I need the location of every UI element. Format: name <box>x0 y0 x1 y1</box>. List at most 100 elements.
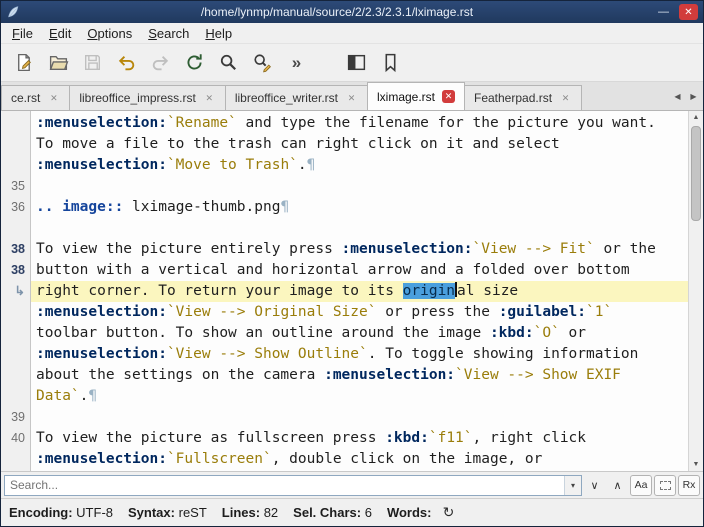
code-segment-lit: `View --> Original Size` <box>167 304 377 320</box>
scroll-tabs-left-button[interactable]: ◀ <box>670 85 685 107</box>
code-segment-txt: al size <box>457 283 518 299</box>
whole-word-button[interactable] <box>654 475 676 496</box>
editor-line: To move a file to the trash can right cl… <box>31 134 688 155</box>
open-file-button[interactable] <box>43 48 74 78</box>
tab-close-icon[interactable]: ✕ <box>203 92 216 105</box>
find-and-replace-button[interactable] <box>247 48 278 78</box>
close-window-button[interactable]: ✕ <box>679 4 698 20</box>
code-segment-txt: . <box>298 157 307 173</box>
find-previous-button[interactable]: ∧ <box>607 474 628 496</box>
editor-line-current: right corner. To return your image to it… <box>31 281 688 302</box>
tab-libreoffice_impress.rst[interactable]: libreoffice_impress.rst✕ <box>69 85 225 110</box>
code-segment-lit: `Rename` <box>167 115 237 131</box>
redo-button[interactable] <box>145 48 176 78</box>
editor-line: Data`.¶ <box>31 386 688 407</box>
code-segment-lit: `f11` <box>429 430 473 446</box>
selection-chars-status: Sel. Chars: 6 <box>293 505 372 520</box>
toolbar-overflow-icon: » <box>292 54 301 71</box>
tab-lximage.rst[interactable]: lximage.rst ✕ <box>367 82 465 110</box>
scroll-down-icon[interactable]: ▼ <box>689 458 703 471</box>
encoding-value: UTF-8 <box>76 505 113 520</box>
menu-help[interactable]: Help <box>197 24 240 43</box>
editor-line: :menuselection:`Move to Trash`.¶ <box>31 155 688 176</box>
code-segment-role: :kbd: <box>385 430 429 446</box>
scrollbar-thumb[interactable] <box>691 126 701 221</box>
menu-options[interactable]: Options <box>79 24 140 43</box>
save-file-button[interactable] <box>77 48 108 78</box>
minimize-button[interactable]: — <box>654 4 673 20</box>
code-segment-txt: . To toggle showing information <box>368 346 639 362</box>
reload-button[interactable] <box>179 48 210 78</box>
bookmark-button[interactable] <box>375 48 406 78</box>
find-next-button[interactable]: ∨ <box>584 474 605 496</box>
lines-status: Lines: 82 <box>222 505 278 520</box>
line-number <box>1 134 30 155</box>
editor-line: :menuselection:`View --> Show Outline`. … <box>31 344 688 365</box>
code-segment-txt: or <box>560 325 586 341</box>
line-number <box>1 449 30 470</box>
selection-chars-value: 6 <box>365 505 372 520</box>
menu-file[interactable]: File <box>4 24 41 43</box>
line-number: 39 <box>1 407 30 428</box>
tab-close-icon[interactable]: ✕ <box>559 92 572 105</box>
code-segment-role: :menuselection: <box>36 115 167 131</box>
new-file-button[interactable] <box>9 48 40 78</box>
window-title: /home/lynmp/manual/source/2/2.3/2.3.1/lx… <box>26 5 648 19</box>
current-line-marker: ↳ <box>1 281 30 302</box>
tab-close-icon[interactable]: ✕ <box>442 90 455 103</box>
line-number: 35 <box>1 176 30 197</box>
editor-content[interactable]: :menuselection:`Rename` and type the fil… <box>31 111 688 471</box>
side-pane-toggle-button[interactable] <box>341 48 372 78</box>
code-segment-lit: `View --> Show Outline` <box>167 346 368 362</box>
code-segment-role: :menuselection: <box>36 346 167 362</box>
scroll-tabs-right-button[interactable]: ▶ <box>686 85 701 107</box>
selection-chars-label: Sel. Chars: <box>293 505 361 520</box>
vertical-scrollbar[interactable]: ▲ ▼ <box>688 111 703 471</box>
editor-line: :menuselection:`Fullscreen`, double clic… <box>31 449 688 470</box>
tab-Featherpad.rst[interactable]: Featherpad.rst✕ <box>464 85 582 110</box>
editor-line: To view the picture as fullscreen press … <box>31 428 688 449</box>
line-number <box>1 323 30 344</box>
menu-edit[interactable]: Edit <box>41 24 79 43</box>
code-segment-role: :menuselection: <box>324 367 455 383</box>
tab-close-icon[interactable]: ✕ <box>47 92 60 105</box>
syntax-label: Syntax: <box>128 505 175 520</box>
code-segment-lit: `1` <box>586 304 612 320</box>
tab-scroll-controls: ◀ ▶ <box>668 82 703 110</box>
whole-word-icon <box>660 481 671 490</box>
undo-button[interactable] <box>111 48 142 78</box>
code-segment-role: :menuselection: <box>36 304 167 320</box>
line-number: 40 <box>1 428 30 449</box>
editor-line: To view the picture entirely press :menu… <box>31 239 688 260</box>
scroll-up-icon[interactable]: ▲ <box>689 111 703 124</box>
tab-label: ce.rst <box>11 91 40 105</box>
code-segment-lit: `Move to Trash` <box>167 157 298 173</box>
match-case-button[interactable]: Aa <box>630 475 652 496</box>
code-segment-txt: and type the filename for the picture yo… <box>237 115 656 131</box>
tab-ce.rst[interactable]: ce.rst ✕ <box>1 85 70 110</box>
search-button[interactable] <box>213 48 244 78</box>
editor-line <box>31 176 688 197</box>
editor-line: :menuselection:`Rename` and type the fil… <box>31 113 688 134</box>
word-count-refresh-button[interactable]: ↻ <box>439 503 459 523</box>
tab-libreoffice_writer.rst[interactable]: libreoffice_writer.rst✕ <box>225 85 368 110</box>
search-bar: ▾ ∨ ∧ Aa Rx <box>1 471 703 498</box>
line-number: 38 <box>1 239 30 260</box>
tab-close-icon[interactable]: ✕ <box>345 92 358 105</box>
code-segment-dir: .. image:: <box>36 199 123 215</box>
text-editor[interactable]: 35363838↳3940 :menuselection:`Rename` an… <box>1 111 703 471</box>
search-input[interactable] <box>5 476 564 495</box>
code-segment-txt: about the settings on the camera <box>36 367 324 383</box>
code-segment-pil: ¶ <box>88 388 97 404</box>
search-history-dropdown-icon[interactable]: ▾ <box>564 476 581 495</box>
regex-button[interactable]: Rx <box>678 475 700 496</box>
code-segment-lit: `View --> Fit` <box>473 241 595 257</box>
tab-label: lximage.rst <box>377 90 435 104</box>
line-number <box>1 344 30 365</box>
line-number-gutter: 35363838↳3940 <box>1 111 31 471</box>
menu-search[interactable]: Search <box>140 24 197 43</box>
titlebar: /home/lynmp/manual/source/2/2.3/2.3.1/lx… <box>1 1 703 23</box>
toolbar-overflow-button[interactable]: » <box>281 48 312 78</box>
code-segment-txt: To view the picture as fullscreen press <box>36 430 385 446</box>
code-segment-pil: ¶ <box>280 199 289 215</box>
